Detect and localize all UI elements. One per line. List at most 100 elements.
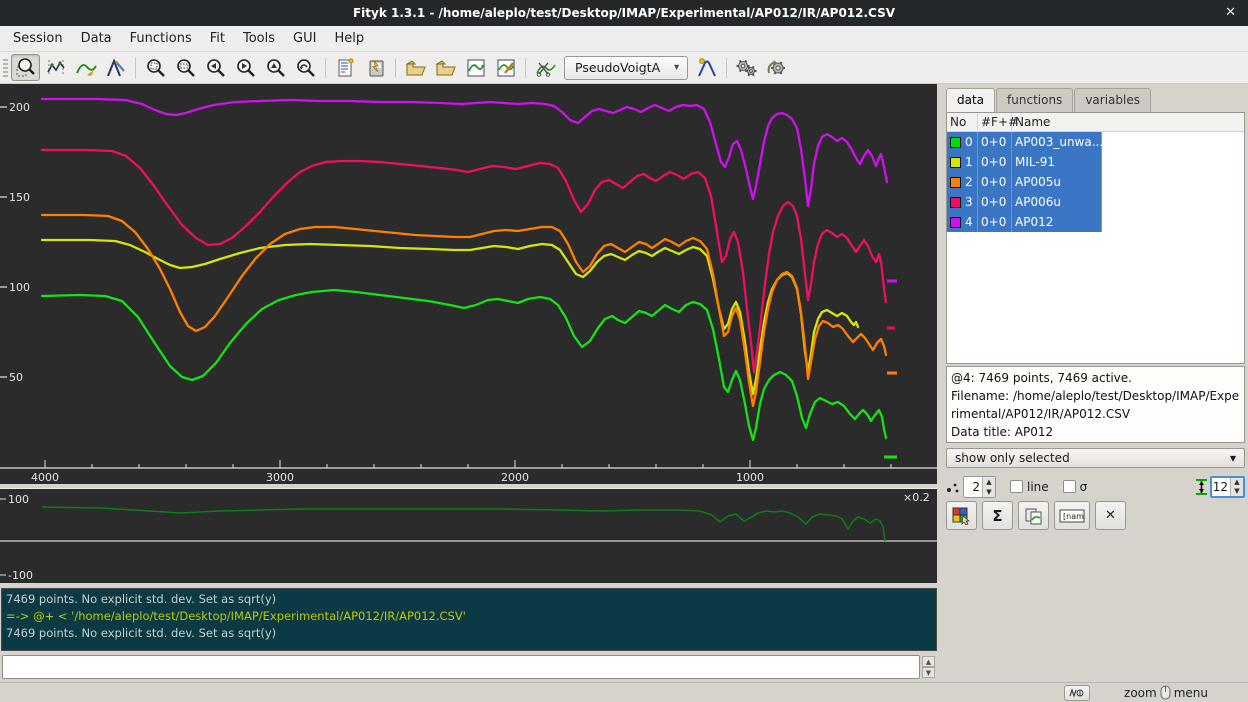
table-row[interactable]: 40+0AP012: [947, 212, 1244, 232]
add-function-button[interactable]: [692, 54, 721, 81]
history-spinner[interactable]: ▲▼: [922, 656, 935, 678]
show-filter-dropdown[interactable]: show only selected ▾: [946, 448, 1245, 468]
data-table: No #F+# Name 00+0AP003_unwa...10+0MIL-91…: [946, 112, 1245, 364]
strip-background-button[interactable]: [531, 54, 560, 81]
cell-functions[interactable]: 0+0: [978, 132, 1012, 152]
background-curve-icon: [75, 57, 97, 79]
open-folder-star-icon: [435, 57, 457, 79]
cell-no[interactable]: 0: [947, 132, 978, 152]
output-console[interactable]: 7469 points. No explicit std. dev. Set a…: [1, 588, 937, 651]
load-data-button[interactable]: [401, 54, 430, 81]
data-range-mode-button[interactable]: [41, 54, 70, 81]
y-tick-label: 200: [9, 101, 30, 114]
cell-name[interactable]: MIL-91: [1012, 152, 1102, 172]
dataset-color-swatch[interactable]: [950, 217, 961, 228]
cell-functions[interactable]: 0+0: [978, 172, 1012, 192]
toolbar: PseudoVoigtA▾: [0, 52, 1248, 84]
menu-item-tools[interactable]: Tools: [234, 27, 284, 50]
vertical-splitter[interactable]: [937, 84, 944, 682]
dataset-color-swatch[interactable]: [950, 157, 961, 168]
aux-plot[interactable]: 100-100×0.2: [0, 488, 937, 583]
fit-settings-button[interactable]: [762, 54, 791, 81]
cell-name[interactable]: AP003_unwa...: [1012, 132, 1102, 152]
tab-functions[interactable]: functions: [996, 88, 1073, 112]
shift-spinner[interactable]: 12 ▲▼: [1210, 476, 1245, 498]
cell-no[interactable]: 2: [947, 172, 978, 192]
sigma-checkbox[interactable]: σ: [1063, 480, 1088, 494]
menu-item-data[interactable]: Data: [72, 27, 121, 50]
cell-name[interactable]: AP005u: [1012, 172, 1102, 192]
chevron-down-icon: ▾: [674, 62, 679, 73]
sum-button[interactable]: Σ: [982, 501, 1013, 530]
menu-item-functions[interactable]: Functions: [121, 27, 201, 50]
tab-variables[interactable]: variables: [1074, 88, 1151, 112]
dataset-color-swatch[interactable]: [950, 197, 961, 208]
y-tick-label: 100: [9, 281, 30, 294]
cell-no[interactable]: 1: [947, 152, 978, 172]
menu-item-fit[interactable]: Fit: [201, 27, 234, 50]
spectrum-curve-AP006u: [42, 150, 886, 372]
point-size-icon: [946, 480, 960, 494]
checkbox-box[interactable]: [1063, 480, 1076, 493]
cell-name[interactable]: AP006u: [1012, 192, 1102, 212]
aux-bottom-label: -100: [8, 569, 33, 582]
load-data-custom-button[interactable]: [431, 54, 460, 81]
data-editor-button[interactable]: [461, 54, 490, 81]
magnifier-icon: [145, 57, 167, 79]
checkbox-box[interactable]: [1010, 480, 1023, 493]
point-size-spinner[interactable]: 2 ▲▼: [963, 476, 996, 498]
zoom-right-button[interactable]: [231, 54, 260, 81]
add-peak-mode-button[interactable]: [101, 54, 130, 81]
title-bar[interactable]: Fityk 1.3.1 - /home/aleplo/test/Desktop/…: [0, 0, 1248, 26]
table-row[interactable]: 30+0AP006u: [947, 192, 1244, 212]
statusbar-left-hint: zoom: [1124, 686, 1157, 700]
rename-button[interactable]: [nam: [1054, 501, 1090, 530]
cell-no[interactable]: 3: [947, 192, 978, 212]
zoom-mode-button[interactable]: [11, 54, 40, 81]
status-bar: zoom menu: [0, 682, 1248, 702]
main-plot[interactable]: 400030002000100020015010050: [0, 84, 937, 484]
header-name: Name: [1012, 113, 1244, 131]
cell-no[interactable]: 4: [947, 212, 978, 232]
close-icon[interactable]: ✕: [1225, 5, 1236, 20]
zoom-left-button[interactable]: [201, 54, 230, 81]
run-fit-button[interactable]: [732, 54, 761, 81]
zoom-up-button[interactable]: [261, 54, 290, 81]
spin-up-icon[interactable]: ▲: [983, 477, 995, 487]
background-mode-button[interactable]: [71, 54, 100, 81]
cell-functions[interactable]: 0+0: [978, 152, 1012, 172]
spin-up-icon[interactable]: ▲: [1231, 478, 1243, 487]
magnifier-icon: [235, 57, 257, 79]
gears-icon: [735, 57, 759, 79]
toolbar-grip[interactable]: [3, 57, 8, 79]
menu-item-gui[interactable]: GUI: [284, 27, 325, 50]
zoom-previous-button[interactable]: [291, 54, 320, 81]
spin-down-icon[interactable]: ▼: [983, 487, 995, 497]
new-script-button[interactable]: [331, 54, 360, 81]
table-row[interactable]: 00+0AP003_unwa...: [947, 132, 1244, 152]
zoom-selection-button[interactable]: [171, 54, 200, 81]
zoom-all-button[interactable]: [141, 54, 170, 81]
menu-item-session[interactable]: Session: [4, 27, 72, 50]
dataset-color-swatch[interactable]: [950, 137, 961, 148]
dataset-color-swatch[interactable]: [950, 177, 961, 188]
cell-functions[interactable]: 0+0: [978, 192, 1012, 212]
edit-data-button[interactable]: [491, 54, 520, 81]
save-session-button[interactable]: [361, 54, 390, 81]
delete-dataset-button[interactable]: ✕: [1095, 501, 1126, 530]
copy-data-button[interactable]: [1018, 501, 1049, 530]
menu-item-help[interactable]: Help: [325, 27, 373, 50]
function-type-combo[interactable]: PseudoVoigtA▾: [564, 56, 688, 80]
coordinates-button[interactable]: [1064, 685, 1090, 701]
table-row[interactable]: 10+0MIL-91: [947, 152, 1244, 172]
tab-data[interactable]: data: [946, 88, 995, 112]
data-transform-button[interactable]: [946, 501, 977, 530]
x-tick-label: 2000: [501, 471, 529, 484]
cell-name[interactable]: AP012: [1012, 212, 1102, 232]
peak-pointer-icon: [105, 57, 127, 79]
spin-down-icon[interactable]: ▼: [1231, 487, 1243, 496]
line-checkbox[interactable]: line: [1010, 480, 1049, 494]
command-input[interactable]: [2, 655, 920, 679]
table-row[interactable]: 20+0AP005u: [947, 172, 1244, 192]
cell-functions[interactable]: 0+0: [978, 212, 1012, 232]
